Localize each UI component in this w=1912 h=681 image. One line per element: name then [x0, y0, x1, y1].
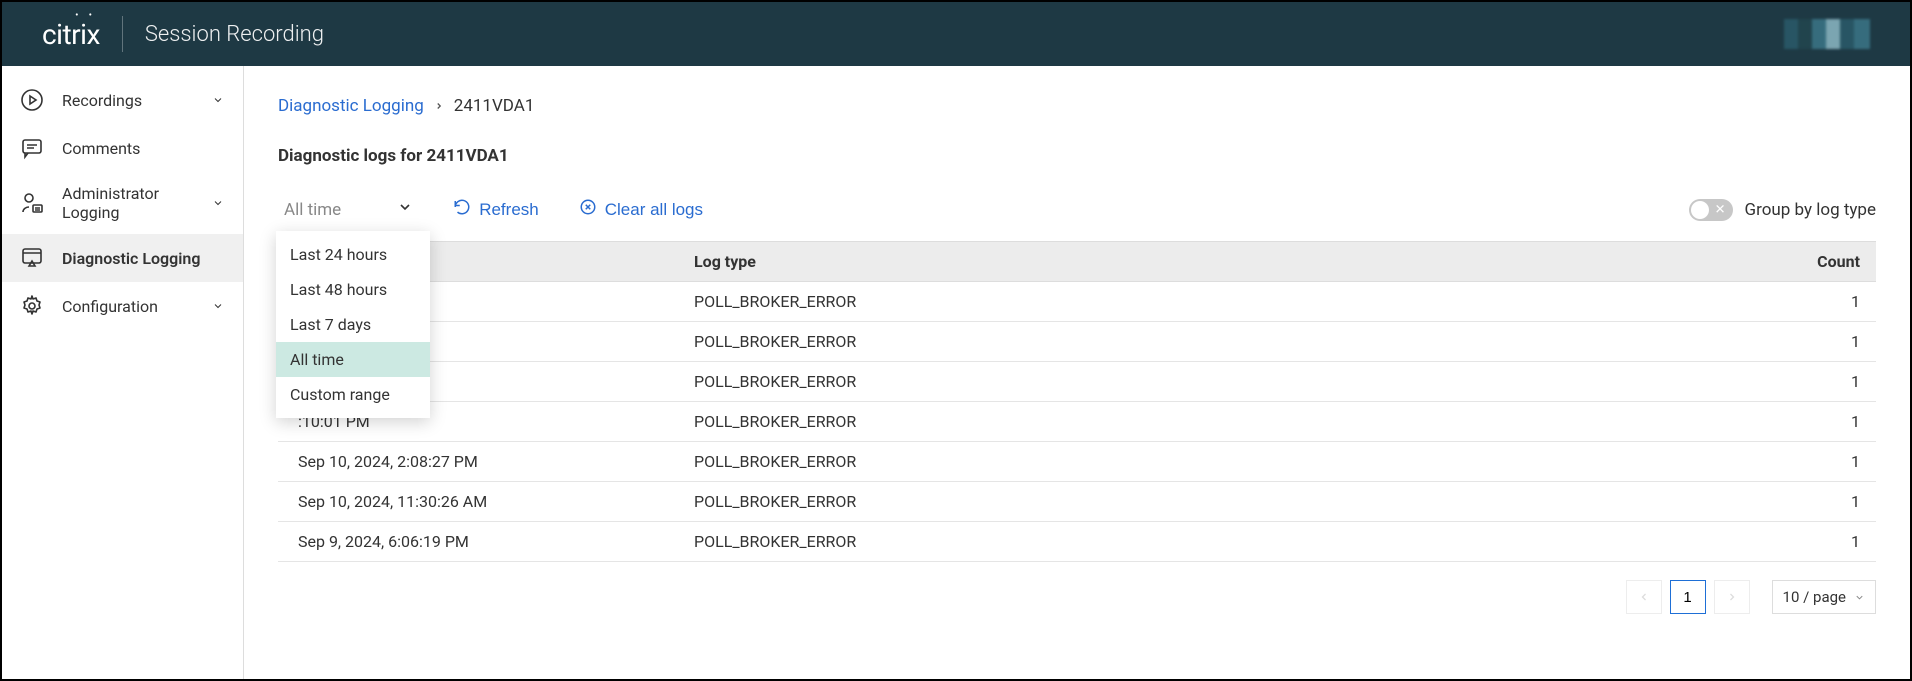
- page-number-input[interactable]: [1670, 580, 1706, 614]
- clear-logs-button[interactable]: Clear all logs: [573, 194, 709, 225]
- citrix-logo: citri••x: [42, 18, 100, 51]
- cell-log-type: POLL_BROKER_ERROR: [678, 442, 1706, 482]
- dropdown-item-all-time[interactable]: All time: [276, 342, 430, 377]
- chevron-down-icon: [397, 199, 413, 220]
- page-size-label: 10 / page: [1783, 588, 1846, 606]
- user-badge[interactable]: [1784, 19, 1870, 49]
- cell-count: 1: [1706, 442, 1876, 482]
- cell-count: 1: [1706, 282, 1876, 322]
- group-toggle-label: Group by log type: [1745, 200, 1876, 220]
- table-row[interactable]: Sep 10, 2024, 2:08:27 PM POLL_BROKER_ERR…: [278, 442, 1876, 482]
- dropdown-item-24h[interactable]: Last 24 hours: [276, 237, 430, 272]
- breadcrumb-current: 2411VDA1: [454, 96, 535, 116]
- dropdown-item-custom[interactable]: Custom range: [276, 377, 430, 412]
- sidebar-item-label: Recordings: [62, 91, 193, 110]
- page-size-select[interactable]: 10 / page: [1772, 580, 1876, 614]
- table-row[interactable]: :19:54 PM POLL_BROKER_ERROR 1: [278, 282, 1876, 322]
- cell-count: 1: [1706, 322, 1876, 362]
- sidebar: Recordings Comments Administrator Loggin…: [2, 66, 244, 679]
- cell-log-type: POLL_BROKER_ERROR: [678, 482, 1706, 522]
- sidebar-item-comments[interactable]: Comments: [2, 124, 243, 172]
- table-row[interactable]: :40:01 PM POLL_BROKER_ERROR 1: [278, 362, 1876, 402]
- time-filter-dropdown: Last 24 hours Last 48 hours Last 7 days …: [276, 231, 430, 418]
- cell-log-type: POLL_BROKER_ERROR: [678, 322, 1706, 362]
- close-icon: ✕: [1715, 203, 1726, 216]
- clear-label: Clear all logs: [605, 200, 703, 220]
- time-filter-label: All time: [284, 200, 341, 220]
- toggle-knob: [1691, 201, 1709, 219]
- pagination: 10 / page: [278, 580, 1876, 614]
- dropdown-item-48h[interactable]: Last 48 hours: [276, 272, 430, 307]
- clear-icon: [579, 198, 597, 221]
- sidebar-item-recordings[interactable]: Recordings: [2, 76, 243, 124]
- chevron-down-icon: [211, 299, 225, 313]
- refresh-label: Refresh: [479, 200, 539, 220]
- table-row[interactable]: :10:01 PM POLL_BROKER_ERROR 1: [278, 402, 1876, 442]
- next-page-button[interactable]: [1714, 580, 1750, 614]
- cell-count: 1: [1706, 402, 1876, 442]
- chevron-down-icon: [211, 93, 225, 107]
- group-by-type-toggle[interactable]: ✕: [1689, 199, 1733, 221]
- sidebar-item-label: Comments: [62, 139, 225, 158]
- cell-log-type: POLL_BROKER_ERROR: [678, 282, 1706, 322]
- cell-count: 1: [1706, 362, 1876, 402]
- comment-icon: [20, 136, 44, 160]
- cell-count: 1: [1706, 522, 1876, 562]
- column-header-log-type[interactable]: Log type: [678, 242, 1706, 282]
- logo-text: citri••x: [42, 18, 100, 51]
- refresh-button[interactable]: Refresh: [447, 194, 545, 225]
- sidebar-item-admin-logging[interactable]: Administrator Logging: [2, 172, 243, 234]
- breadcrumb: Diagnostic Logging 2411VDA1: [278, 96, 1876, 116]
- app-title: Session Recording: [145, 22, 324, 47]
- sidebar-item-diagnostic-logging[interactable]: Diagnostic Logging: [2, 234, 243, 282]
- breadcrumb-parent-link[interactable]: Diagnostic Logging: [278, 96, 424, 116]
- header-divider: [122, 16, 123, 52]
- table-row[interactable]: Sep 10, 2024, 11:30:26 AM POLL_BROKER_ER…: [278, 482, 1876, 522]
- gear-icon: [20, 294, 44, 318]
- diagnostic-icon: [20, 246, 44, 270]
- admin-log-icon: [20, 191, 44, 215]
- cell-log-type: POLL_BROKER_ERROR: [678, 402, 1706, 442]
- cell-time: Sep 10, 2024, 2:08:27 PM: [278, 442, 678, 482]
- play-circle-icon: [20, 88, 44, 112]
- app-header: citri••x Session Recording: [2, 2, 1910, 66]
- chevron-down-icon: [211, 196, 225, 210]
- cell-time: Sep 10, 2024, 11:30:26 AM: [278, 482, 678, 522]
- cell-log-type: POLL_BROKER_ERROR: [678, 522, 1706, 562]
- main-content: Diagnostic Logging 2411VDA1 Diagnostic l…: [244, 66, 1910, 679]
- page-title: Diagnostic logs for 2411VDA1: [278, 146, 1876, 166]
- time-filter-select[interactable]: All time Last 24 hours Last 48 hours Las…: [278, 195, 419, 224]
- sidebar-item-label: Configuration: [62, 297, 193, 316]
- chevron-right-icon: [434, 96, 444, 116]
- toolbar: All time Last 24 hours Last 48 hours Las…: [278, 194, 1876, 225]
- dropdown-item-7d[interactable]: Last 7 days: [276, 307, 430, 342]
- table-row[interactable]: 1:42:09 AM POLL_BROKER_ERROR 1: [278, 322, 1876, 362]
- logs-table: Time Log type Count :19:54 PM POLL_BROKE…: [278, 241, 1876, 562]
- cell-log-type: POLL_BROKER_ERROR: [678, 362, 1706, 402]
- column-header-count[interactable]: Count: [1706, 242, 1876, 282]
- cell-count: 1: [1706, 482, 1876, 522]
- sidebar-item-label: Diagnostic Logging: [62, 249, 225, 268]
- prev-page-button[interactable]: [1626, 580, 1662, 614]
- table-header-row: Time Log type Count: [278, 242, 1876, 282]
- sidebar-item-configuration[interactable]: Configuration: [2, 282, 243, 330]
- table-row[interactable]: Sep 9, 2024, 6:06:19 PM POLL_BROKER_ERRO…: [278, 522, 1876, 562]
- sidebar-item-label: Administrator Logging: [62, 184, 193, 222]
- cell-time: Sep 9, 2024, 6:06:19 PM: [278, 522, 678, 562]
- refresh-icon: [453, 198, 471, 221]
